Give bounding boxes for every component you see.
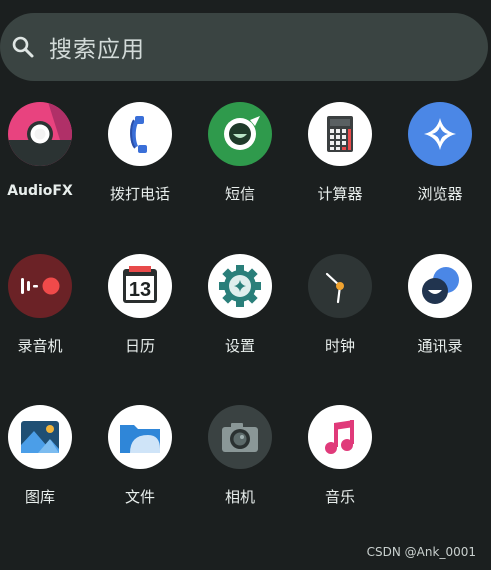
settings-icon [208,254,272,318]
app-recorder[interactable]: 录音机 [0,254,90,356]
browser-icon [408,102,472,166]
app-label: 录音机 [17,337,63,355]
app-label: 相机 [224,488,255,506]
app-calculator[interactable]: 计算器 [290,102,390,204]
app-label: AudioFX [7,183,73,199]
clock-icon [308,254,372,318]
calendar-day: 13 [129,279,151,301]
files-icon [108,405,172,469]
app-gallery[interactable]: 图库 [0,405,90,507]
app-label: 浏览器 [417,185,463,203]
calculator-icon [308,102,372,166]
app-files[interactable]: 文件 [90,405,190,507]
app-label: 设置 [224,337,255,355]
app-audiofx[interactable]: AudioFX [0,102,90,199]
app-label: 通讯录 [417,337,463,355]
search-icon [11,35,35,59]
phone-icon [108,102,172,166]
app-clock[interactable]: 时钟 [290,254,390,356]
contacts-icon [408,254,472,318]
app-label: 图库 [24,488,55,506]
recorder-icon [8,254,72,318]
search-placeholder: 搜索应用 [49,37,145,63]
app-messaging[interactable]: 短信 [190,102,290,204]
messaging-icon [208,102,272,166]
app-contacts[interactable]: 通讯录 [390,254,490,356]
app-camera[interactable]: 相机 [190,405,290,507]
app-label: 文件 [124,488,155,506]
app-drawer: 搜索应用 AudioFX 拨打电话 短信 计算器 浏览器 录音机 13 日历 设… [0,0,491,570]
app-label: 时钟 [324,337,355,355]
watermark-text: CSDN @Ank_0001 [366,545,476,559]
app-label: 短信 [224,185,255,203]
app-label: 音乐 [324,488,355,506]
camera-icon [208,405,272,469]
gallery-icon [8,405,72,469]
app-label: 日历 [124,337,155,355]
app-calendar[interactable]: 13 日历 [90,254,190,356]
calendar-icon: 13 [108,254,172,318]
app-settings[interactable]: 设置 [190,254,290,356]
app-label: 计算器 [317,185,363,203]
audiofx-icon [8,102,72,166]
app-label: 拨打电话 [109,185,170,203]
app-phone[interactable]: 拨打电话 [90,102,190,204]
music-icon [308,405,372,469]
search-bar[interactable]: 搜索应用 [0,13,488,81]
app-music[interactable]: 音乐 [290,405,390,507]
app-browser[interactable]: 浏览器 [390,102,490,204]
